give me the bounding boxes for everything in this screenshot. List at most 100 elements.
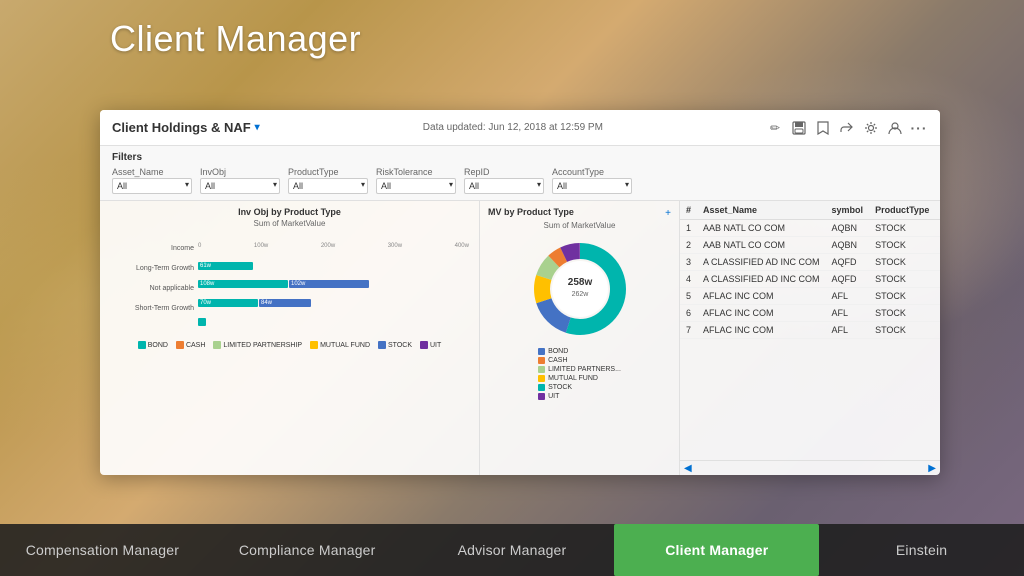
filters-label: Filters xyxy=(112,152,928,163)
bar-chart-title: Inv Obj by Product Type xyxy=(108,207,471,217)
legend-bond-text: BOND xyxy=(548,348,568,355)
svg-text:258w: 258w xyxy=(567,277,592,288)
cell-product-5: STOCK xyxy=(869,288,935,305)
bar-row-longterm: 108w 102w xyxy=(198,280,471,288)
legend-cash-color xyxy=(176,341,184,349)
donut-chart-section: MV by Product Type + Sum of MarketValue xyxy=(480,201,680,475)
filter-invobj: InvObj All▾ xyxy=(200,167,280,194)
legend-cash-label: CASH xyxy=(186,342,205,349)
more-icon[interactable]: ··· xyxy=(910,119,928,137)
cell-num-6: 6 xyxy=(680,305,697,322)
page-title: Client Manager xyxy=(110,18,361,60)
filter-invobj-value[interactable]: All▾ xyxy=(200,178,280,194)
x-axis-labels: 0 100w 200w 300w 400w xyxy=(198,243,471,249)
y-label-income: Income xyxy=(108,245,198,252)
cell-mv-1 xyxy=(935,220,940,237)
table-nav-left[interactable]: ◀ xyxy=(684,463,692,474)
table-row: 5 AFLAC INC COM AFL STOCK xyxy=(680,288,940,305)
cell-product-1: STOCK xyxy=(869,220,935,237)
cell-asset-6: AFLAC INC COM xyxy=(697,305,826,322)
dashboard-panel: Client Holdings & NAF ▾ Data updated: Ju… xyxy=(100,110,940,475)
cell-asset-1: AAB NATL CO COM xyxy=(697,220,826,237)
legend-mf-text: MUTUAL FUND xyxy=(548,375,598,382)
legend-bond: BOND xyxy=(138,341,168,349)
nav-item-client[interactable]: Client Manager xyxy=(614,524,819,576)
cell-product-7: STOCK xyxy=(869,322,935,339)
filter-repid-label: RepID xyxy=(464,167,544,177)
x-label-0: 0 xyxy=(198,243,201,249)
filter-asset-name-value[interactable]: All▾ xyxy=(112,178,192,194)
nav-item-einstein[interactable]: Einstein xyxy=(819,524,1024,576)
panel-title-chevron-icon[interactable]: ▾ xyxy=(255,122,260,133)
col-header-num: # xyxy=(680,201,697,220)
bottom-nav: Compensation Manager Compliance Manager … xyxy=(0,524,1024,576)
table-scroll[interactable]: # Asset_Name symbol ProductType MarketVa… xyxy=(680,201,940,460)
bookmark-icon[interactable] xyxy=(814,119,832,137)
bar-na-teal: 70w xyxy=(198,299,258,307)
nav-client-label: Client Manager xyxy=(665,542,768,558)
data-table: # Asset_Name symbol ProductType MarketVa… xyxy=(680,201,940,339)
donut-svg: 258w 262w xyxy=(525,234,635,344)
legend-stock-text: STOCK xyxy=(548,384,572,391)
save-icon[interactable] xyxy=(790,119,808,137)
bar-row-income: 61w xyxy=(198,262,471,270)
filter-producttype-label: ProductType xyxy=(288,167,368,177)
legend-stock-dot xyxy=(538,384,545,391)
cell-mv-2 xyxy=(935,237,940,254)
table-nav-right[interactable]: ▶ xyxy=(928,463,936,474)
panel-date: Data updated: Jun 12, 2018 at 12:59 PM xyxy=(423,122,603,133)
cell-asset-7: AFLAC INC COM xyxy=(697,322,826,339)
donut-expand-icon[interactable]: + xyxy=(665,208,671,219)
filter-producttype-value[interactable]: All▾ xyxy=(288,178,368,194)
cell-num-3: 3 xyxy=(680,254,697,271)
nav-item-advisor[interactable]: Advisor Manager xyxy=(410,524,615,576)
y-label-longterm: Long-Term Growth xyxy=(108,265,198,272)
legend-item-bond: BOND xyxy=(538,348,621,355)
bar-na-blue: 84w xyxy=(259,299,311,307)
filter-risktolerance-value[interactable]: All▾ xyxy=(376,178,456,194)
cell-mv-3 xyxy=(935,254,940,271)
bar-na-teal-label: 70w xyxy=(198,300,211,306)
table-section: # Asset_Name symbol ProductType MarketVa… xyxy=(680,201,940,475)
bar-chart-legend: BOND CASH LIMITED PARTNERSHIP MUTUAL FUN… xyxy=(108,341,471,349)
donut-legend: BOND CASH LIMITED PARTNERS... MUTUAL FUN… xyxy=(538,348,621,400)
legend-item-cash: CASH xyxy=(538,357,621,364)
cell-symbol-3: AQFD xyxy=(826,254,870,271)
legend-item-stock: STOCK xyxy=(538,384,621,391)
legend-bond-label: BOND xyxy=(148,342,168,349)
edit-icon[interactable]: ✏ xyxy=(766,119,784,137)
filter-producttype: ProductType All▾ xyxy=(288,167,368,194)
filters-row: Asset_Name All▾ InvObj All▾ ProductType … xyxy=(112,167,928,194)
bar-row-na: 70w 84w xyxy=(198,299,471,307)
table-row: 1 AAB NATL CO COM AQBN STOCK xyxy=(680,220,940,237)
nav-item-compliance[interactable]: Compliance Manager xyxy=(205,524,410,576)
legend-lp-label: LIMITED PARTNERSHIP xyxy=(223,342,302,349)
table-header-row: # Asset_Name symbol ProductType MarketVa… xyxy=(680,201,940,220)
bar-longterm-teal-label: 108w xyxy=(198,281,214,287)
settings-icon[interactable] xyxy=(862,119,880,137)
cell-product-6: STOCK xyxy=(869,305,935,322)
legend-mf-color xyxy=(310,341,318,349)
cell-symbol-1: AQBN xyxy=(826,220,870,237)
filter-repid-value[interactable]: All▾ xyxy=(464,178,544,194)
share-icon[interactable] xyxy=(838,119,856,137)
bar-income-teal-label: 61w xyxy=(198,263,211,269)
bar-longterm-teal: 108w xyxy=(198,280,288,288)
nav-einstein-label: Einstein xyxy=(896,542,947,558)
legend-stock-color xyxy=(378,341,386,349)
cell-product-2: STOCK xyxy=(869,237,935,254)
cell-num-7: 7 xyxy=(680,322,697,339)
col-header-symbol: symbol xyxy=(826,201,870,220)
x-label-400: 400w xyxy=(455,243,469,249)
cell-mv-5 xyxy=(935,288,940,305)
filter-accounttype-value[interactable]: All▾ xyxy=(552,178,632,194)
cell-mv-6 xyxy=(935,305,940,322)
filter-repid: RepID All▾ xyxy=(464,167,544,194)
legend-uit-dot xyxy=(538,393,545,400)
nav-item-compensation[interactable]: Compensation Manager xyxy=(0,524,205,576)
user-icon[interactable] xyxy=(886,119,904,137)
cell-asset-2: AAB NATL CO COM xyxy=(697,237,826,254)
panel-toolbar: ✏ ··· xyxy=(766,119,928,137)
legend-stock-label: STOCK xyxy=(388,342,412,349)
col-header-asset: Asset_Name xyxy=(697,201,826,220)
